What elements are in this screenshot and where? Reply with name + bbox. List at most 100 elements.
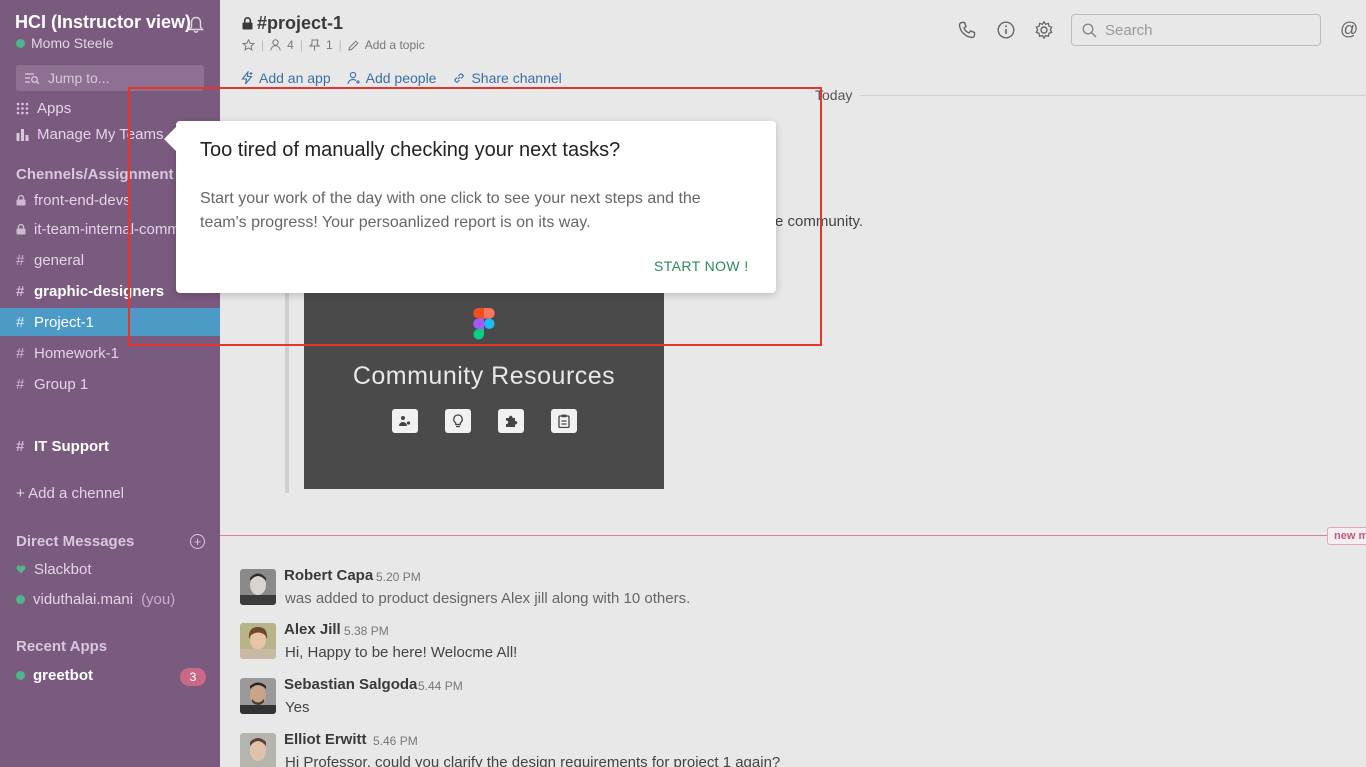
manage-teams-label: Manage My Teams bbox=[37, 125, 164, 143]
attachment-preview[interactable]: Community Resources bbox=[304, 290, 664, 489]
channel-name: IT Support bbox=[34, 437, 109, 455]
add-topic-link[interactable]: Add a topic bbox=[365, 38, 425, 52]
lightbulb-icon bbox=[445, 409, 471, 433]
dm-name: viduthalai.mani bbox=[33, 590, 134, 608]
member-icon[interactable] bbox=[270, 39, 281, 51]
pin-count[interactable]: 1 bbox=[326, 38, 333, 52]
add-direct-message-icon[interactable]: + bbox=[190, 534, 205, 549]
message-fragment: e community. bbox=[775, 213, 864, 230]
popup-body: Start your work of the day with one clic… bbox=[200, 190, 701, 231]
puzzle-icon bbox=[498, 409, 524, 433]
jump-to-placeholder: Jump to... bbox=[48, 70, 110, 86]
dm-item-slackbot[interactable]: Slackbot bbox=[0, 555, 220, 583]
search-input[interactable]: Search bbox=[1071, 14, 1321, 46]
start-now-button[interactable]: START NOW ! bbox=[654, 258, 749, 274]
date-divider-line bbox=[860, 95, 1366, 96]
clipboard-icon bbox=[551, 409, 577, 433]
channel-item-project-1[interactable]: # Project-1 bbox=[0, 308, 220, 336]
channel-name: Homework-1 bbox=[34, 344, 120, 362]
attachment-quote-bar bbox=[285, 290, 289, 493]
add-channel-label: + Add a chennel bbox=[16, 484, 125, 502]
hash-icon: # bbox=[16, 313, 25, 331]
message-time[interactable]: 5.20 PM bbox=[376, 570, 421, 584]
add-people-link[interactable]: Add people bbox=[347, 70, 436, 86]
dm-name: Slackbot bbox=[34, 560, 92, 578]
hash-icon: # bbox=[16, 282, 25, 300]
hash-icon: # bbox=[16, 437, 25, 455]
member-count[interactable]: 4 bbox=[287, 38, 294, 52]
heart-icon bbox=[16, 564, 26, 573]
add-app-label: Add an app bbox=[259, 70, 331, 86]
message-item[interactable]: Elliot Erwitt 5.46 PM Hi Professor, coul… bbox=[240, 731, 1340, 767]
meta-separator: | bbox=[338, 38, 342, 52]
mentions-icon[interactable]: @ bbox=[1340, 19, 1358, 40]
channel-name: front-end-devs bbox=[34, 191, 131, 209]
message-time[interactable]: 5.46 PM bbox=[373, 734, 418, 748]
info-icon[interactable] bbox=[996, 20, 1016, 40]
share-channel-label: Share channel bbox=[471, 70, 562, 86]
meta-separator: | bbox=[299, 38, 303, 52]
add-person-icon bbox=[347, 71, 360, 85]
community-icon bbox=[392, 409, 418, 433]
attachment-icon-row bbox=[392, 409, 577, 433]
channel-title[interactable]: #project-1 bbox=[242, 13, 343, 34]
message-item[interactable]: Robert Capa 5.20 PM was added to product… bbox=[240, 567, 1340, 621]
channel-name: it-team-internal-comm bbox=[34, 220, 180, 238]
hash-icon: # bbox=[16, 251, 25, 269]
dm-item-self[interactable]: viduthalai.mani (you) bbox=[0, 585, 220, 613]
lightning-icon bbox=[241, 71, 253, 85]
channels-heading[interactable]: Chennels/Assignment bbox=[16, 166, 174, 183]
add-app-link[interactable]: Add an app bbox=[240, 70, 331, 86]
channel-name: general bbox=[34, 251, 85, 269]
star-icon[interactable] bbox=[242, 39, 255, 51]
workspace-title[interactable]: HCI (Instructor view) bbox=[15, 12, 191, 33]
lock-icon bbox=[16, 194, 26, 205]
add-channel-link[interactable]: + Add a chennel bbox=[0, 479, 220, 507]
message-text: Yes bbox=[285, 699, 310, 716]
message-author[interactable]: Sebastian Salgoda bbox=[284, 676, 417, 693]
current-user[interactable]: Momo Steele bbox=[16, 35, 113, 51]
popup-pointer bbox=[164, 127, 176, 151]
avatar[interactable] bbox=[240, 733, 276, 767]
channel-meta: | 4 | 1 | Add a topic bbox=[242, 38, 425, 52]
message-author[interactable]: Elliot Erwitt bbox=[284, 731, 367, 748]
user-name: Momo Steele bbox=[31, 35, 114, 51]
message-item[interactable]: Alex Jill 5.38 PM Hi, Happy to be here! … bbox=[240, 621, 1340, 675]
channel-item-group-1[interactable]: # Group 1 bbox=[0, 370, 220, 398]
channel-item-homework-1[interactable]: # Homework-1 bbox=[0, 339, 220, 367]
gear-icon[interactable] bbox=[1034, 20, 1054, 40]
online-status-icon bbox=[16, 38, 25, 48]
hash-icon: # bbox=[16, 375, 25, 393]
date-divider: Today bbox=[811, 87, 857, 103]
attachment-title: Community Resources bbox=[352, 362, 616, 390]
channel-name: Group 1 bbox=[34, 375, 89, 393]
message-item[interactable]: Sebastian Salgoda 5.44 PM Yes bbox=[240, 676, 1340, 730]
message-author[interactable]: Alex Jill bbox=[284, 621, 341, 638]
avatar[interactable] bbox=[240, 569, 276, 605]
share-channel-link[interactable]: Share channel bbox=[452, 70, 562, 86]
figma-logo-icon bbox=[473, 308, 495, 340]
avatar[interactable] bbox=[240, 678, 276, 714]
popup-title: Too tired of manually checking your next… bbox=[200, 139, 621, 161]
bell-icon[interactable] bbox=[188, 16, 204, 34]
online-status-icon bbox=[16, 670, 25, 680]
new-messages-divider bbox=[220, 535, 1366, 536]
avatar[interactable] bbox=[240, 623, 276, 659]
channel-actions: Add an app Add people Share channel bbox=[240, 70, 562, 86]
new-messages-tag[interactable]: new m bbox=[1327, 527, 1366, 545]
dm-you-suffix: (you) bbox=[141, 590, 176, 608]
message-text: Hi, Happy to be here! Welocme All! bbox=[285, 644, 518, 661]
channel-item-it-support[interactable]: # IT Support bbox=[0, 432, 220, 460]
lock-icon bbox=[242, 17, 253, 30]
search-placeholder: Search bbox=[1105, 21, 1153, 39]
message-time[interactable]: 5.38 PM bbox=[344, 624, 389, 638]
direct-messages-heading[interactable]: Direct Messages bbox=[16, 533, 134, 550]
message-time[interactable]: 5.44 PM bbox=[418, 679, 463, 693]
message-author[interactable]: Robert Capa bbox=[284, 567, 373, 584]
link-icon bbox=[454, 73, 465, 83]
pin-icon[interactable] bbox=[308, 39, 320, 51]
unread-badge: 3 bbox=[180, 668, 206, 686]
sidebar-apps[interactable]: Apps bbox=[0, 94, 220, 122]
jump-to-input[interactable]: Jump to... bbox=[16, 65, 204, 91]
phone-icon[interactable] bbox=[957, 20, 977, 40]
